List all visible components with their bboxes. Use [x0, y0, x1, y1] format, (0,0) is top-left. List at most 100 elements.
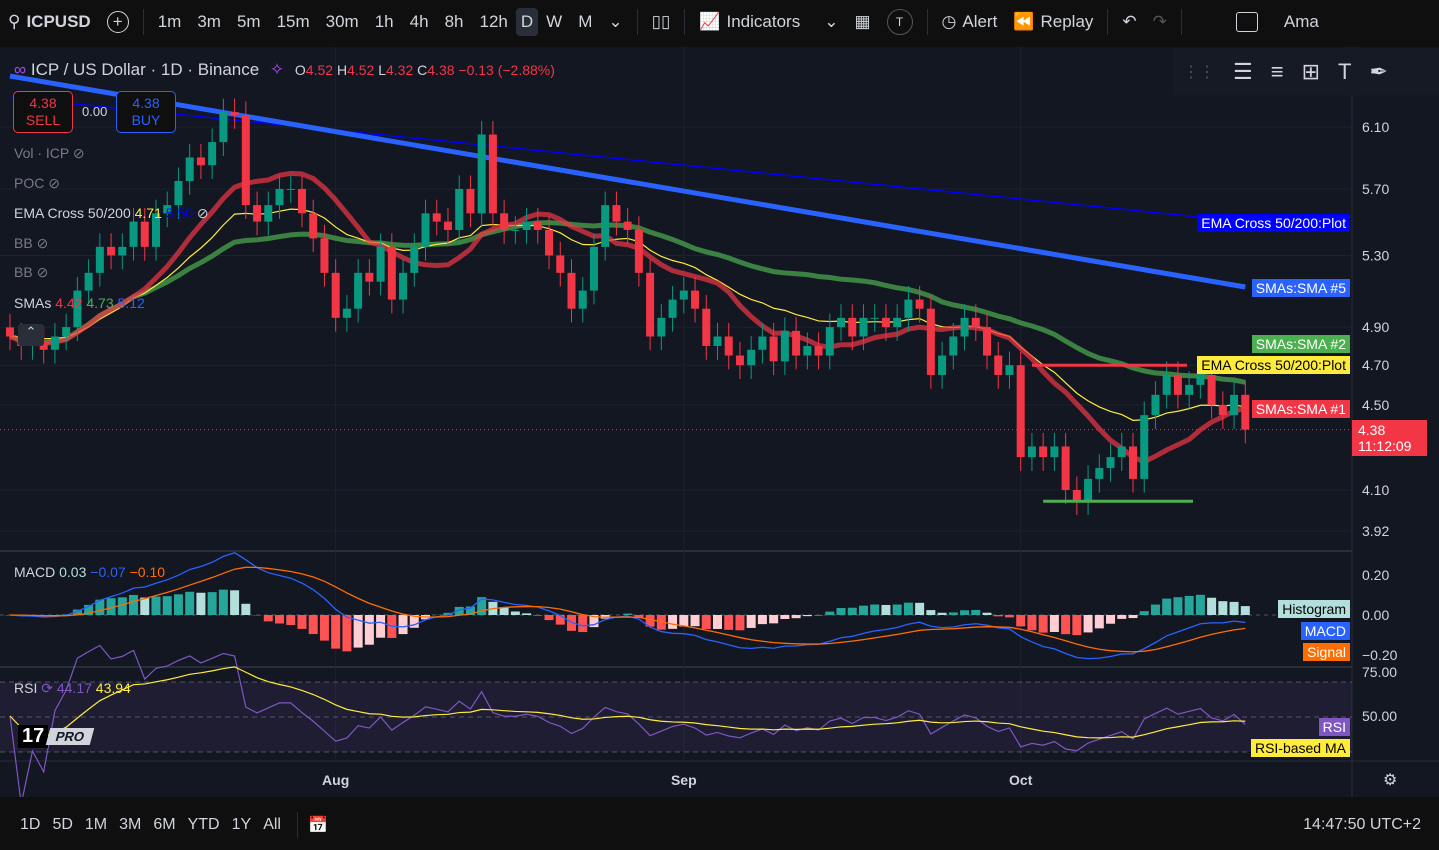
- layouts-button[interactable]: ▦: [846, 12, 878, 32]
- undo-button[interactable]: ↶: [1114, 12, 1144, 32]
- indent-list-icon[interactable]: ☰: [1233, 59, 1253, 85]
- range-5D[interactable]: 5D: [46, 816, 78, 834]
- buy-button[interactable]: 4.38 BUY: [116, 91, 176, 133]
- price-tick-label: 4.10: [1362, 482, 1389, 498]
- candle-up: [421, 213, 430, 247]
- interval-30m[interactable]: 30m: [318, 8, 367, 36]
- macd-histogram-bar: [701, 615, 711, 630]
- fullscreen-button[interactable]: [1228, 12, 1266, 32]
- symbol-search[interactable]: ⚲ ICPUSD: [0, 12, 99, 32]
- go-to-date-button[interactable]: 📅: [308, 815, 328, 835]
- candle-up: [399, 272, 408, 300]
- settings-gear-icon[interactable]: ⚙: [1383, 770, 1397, 790]
- candle-up: [522, 221, 531, 230]
- macd-histogram-bar: [1218, 601, 1228, 615]
- macd-histogram-bar: [802, 615, 812, 617]
- candle-down: [881, 317, 890, 328]
- account-menu[interactable]: Ama: [1276, 12, 1327, 32]
- range-6M[interactable]: 6M: [147, 816, 181, 834]
- candle-up: [589, 246, 598, 291]
- macd-histogram-bar: [623, 613, 633, 615]
- macd-histogram-bar: [1173, 597, 1183, 615]
- interval-4h[interactable]: 4h: [402, 8, 437, 36]
- tag-macd: MACD: [1300, 622, 1350, 640]
- range-All[interactable]: All: [257, 816, 287, 834]
- chart-canvas[interactable]: 6.10 5.70 5.30 4.90 4.70 4.50 4.10 3.92 Aug Sep Oc…: [0, 47, 1439, 805]
- legend-bb-2[interactable]: BB ⊘: [14, 264, 48, 281]
- indicators-button[interactable]: 📈 Indicators ⌄: [691, 12, 846, 32]
- rsi-tick-label: 75.00: [1362, 664, 1397, 680]
- macd-histogram-bar: [151, 596, 161, 615]
- legend-ema-cross[interactable]: EMA Cross 50/200 4.71 5.50 ⊘: [14, 205, 209, 222]
- template-button[interactable]: T: [879, 9, 921, 35]
- icp-logo-icon: ∞: [14, 60, 27, 79]
- chart-type-button[interactable]: ▯▯: [644, 12, 679, 32]
- candle-up: [410, 246, 419, 273]
- range-1D[interactable]: 1D: [14, 816, 46, 834]
- brush-icon[interactable]: ✒: [1369, 59, 1387, 85]
- price-tick-label: 5.30: [1362, 247, 1389, 263]
- macd-histogram-bar: [712, 615, 722, 629]
- chart-area[interactable]: 6.10 5.70 5.30 4.90 4.70 4.50 4.10 3.92 Aug Sep Oc…: [0, 47, 1439, 805]
- range-1M[interactable]: 1M: [79, 816, 113, 834]
- range-1Y[interactable]: 1Y: [226, 816, 258, 834]
- legend-bb-1[interactable]: BB ⊘: [14, 235, 48, 252]
- macd-histogram-bar: [724, 615, 734, 630]
- replay-button[interactable]: ⏪ Replay: [1005, 12, 1101, 32]
- candle-up: [286, 188, 295, 190]
- candle-up: [960, 317, 969, 337]
- macd-histogram-bar: [162, 596, 172, 615]
- candle-up: [668, 299, 677, 318]
- lines-icon[interactable]: ≡: [1271, 59, 1284, 85]
- interval-12h[interactable]: 12h: [471, 8, 515, 36]
- interval-M[interactable]: M: [570, 8, 600, 36]
- interval-D[interactable]: D: [515, 8, 539, 36]
- eye-hidden-icon: ⊘: [36, 264, 49, 280]
- macd-histogram-bar: [241, 603, 251, 615]
- symbol-legend: ∞ ICP / US Dollar · 1D · Binance ✧ O4.52…: [14, 60, 555, 79]
- interval-W[interactable]: W: [538, 8, 570, 36]
- macd-histogram-bar: [858, 605, 868, 615]
- interval-1m[interactable]: 1m: [150, 8, 190, 36]
- macd-histogram-bar: [881, 604, 891, 615]
- interval-3m[interactable]: 3m: [189, 8, 229, 36]
- candle-up: [825, 327, 834, 356]
- compare-add-button[interactable]: +: [99, 11, 137, 33]
- interval-5m[interactable]: 5m: [229, 8, 269, 36]
- interval-15m[interactable]: 15m: [269, 8, 318, 36]
- interval-1h[interactable]: 1h: [367, 8, 402, 36]
- legend-volume[interactable]: Vol · ICP ⊘: [14, 145, 85, 162]
- tag-rsi: RSI: [1318, 718, 1350, 736]
- macd-histogram-bar: [870, 604, 880, 615]
- divider: [636, 9, 638, 35]
- collapse-legend-button[interactable]: ⌃: [18, 324, 44, 346]
- price-tick-label: 4.50: [1362, 397, 1389, 413]
- range-YTD[interactable]: YTD: [182, 816, 226, 834]
- legend-poc[interactable]: POC ⊘: [14, 175, 60, 192]
- interval-dropdown[interactable]: ⌄: [600, 12, 630, 32]
- alert-button[interactable]: ◷ Alert: [934, 12, 1006, 32]
- legend-macd[interactable]: MACD 0.03 −0.07 −0.10: [14, 564, 165, 580]
- rsi-tick-label: 50.00: [1362, 708, 1397, 724]
- candle-up: [1050, 446, 1059, 458]
- candle-down: [735, 355, 744, 366]
- macd-histogram-bar: [1229, 601, 1239, 615]
- sell-button[interactable]: 4.38 SELL: [13, 91, 73, 133]
- interval-8h[interactable]: 8h: [437, 8, 472, 36]
- macd-histogram-bar: [1195, 594, 1205, 615]
- clock[interactable]: 14:47:50 UTC+2: [1303, 816, 1439, 834]
- legend-smas[interactable]: SMAs 4.42 4.73 5.12: [14, 295, 145, 311]
- text-icon[interactable]: T: [1338, 59, 1351, 85]
- redo-button[interactable]: ↷: [1145, 12, 1175, 32]
- candle-down: [6, 327, 14, 337]
- range-3M[interactable]: 3M: [113, 816, 147, 834]
- candle-down: [365, 272, 374, 282]
- candle-down: [1061, 446, 1070, 490]
- legend-rsi[interactable]: RSI ⟳ 44.17 43.94: [14, 680, 131, 697]
- macd-histogram-bar: [735, 615, 745, 631]
- macd-histogram-bar: [1128, 615, 1138, 619]
- box-crosshair-icon[interactable]: ⊞: [1302, 59, 1320, 85]
- candle-down: [1016, 365, 1025, 458]
- drag-handle-icon[interactable]: ⋮⋮: [1183, 62, 1215, 82]
- macd-histogram-bar: [275, 615, 285, 624]
